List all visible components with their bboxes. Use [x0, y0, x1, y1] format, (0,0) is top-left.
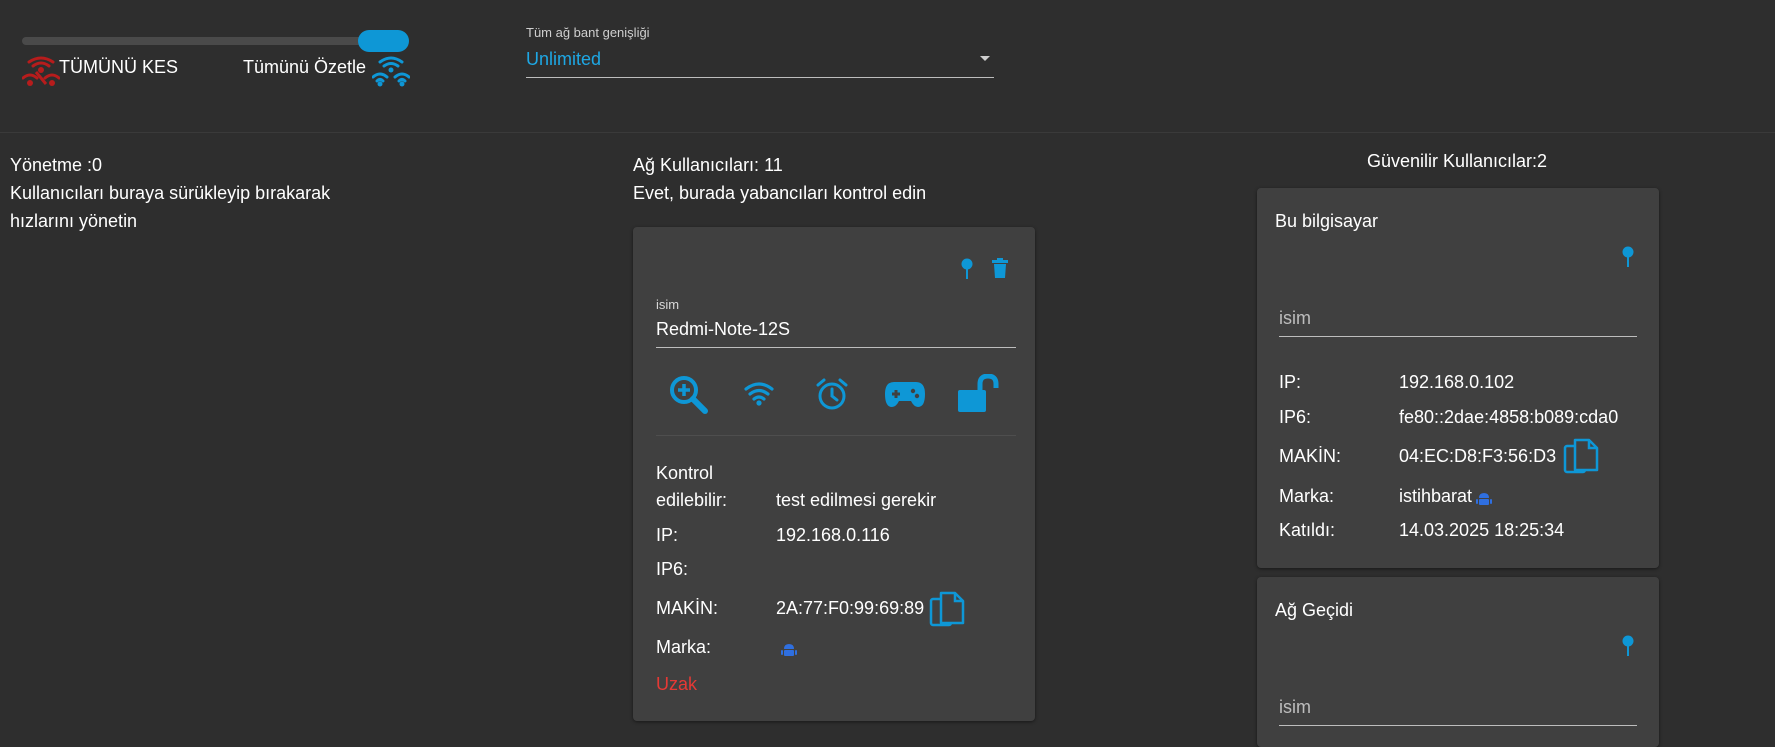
alarm-clock-icon[interactable] [815, 377, 849, 411]
mac-value: 04:EC:D8:F3:56:D3 [1399, 446, 1557, 466]
bandwidth-select-label: Tüm ağ bant genişliği [526, 25, 650, 40]
unlock-icon[interactable] [956, 374, 1000, 414]
device-name-value: Redmi-Note-12S [656, 319, 791, 339]
zoom-in-icon[interactable] [668, 374, 708, 414]
ip-value: 192.168.0.102 [1399, 372, 1515, 392]
global-speed-slider-track[interactable] [22, 37, 402, 45]
managed-users-hint-line1: Kullanıcıları buraya sürükleyip bırakara… [10, 183, 331, 203]
ip-value: 192.168.0.116 [776, 525, 890, 545]
wifi-icon[interactable] [744, 381, 774, 407]
name-placeholder: isim [1279, 697, 1311, 717]
network-users-count: Ağ Kullanıcıları: 11 [633, 155, 783, 175]
joined-label: Katıldı: [1279, 520, 1336, 540]
chevron-down-icon [980, 56, 990, 61]
network-users-header: Ağ Kullanıcıları: 11 Evet, burada yabanc… [633, 151, 1133, 207]
managed-users-count: Yönetme :0 [10, 155, 103, 175]
status-badge: Uzak [656, 674, 698, 694]
brand-value: istihbarat [1399, 486, 1473, 506]
name-underline [1279, 336, 1637, 337]
joined-value: 14.03.2025 18:25:34 [1399, 520, 1565, 540]
card-divider [656, 435, 1016, 436]
gateway-name-input[interactable]: isim [1279, 693, 1637, 725]
pin-icon[interactable] [960, 258, 974, 280]
ip6-label: IP6: [1279, 407, 1312, 427]
managed-users-hint-line2: hızlarını yönetin [10, 211, 138, 231]
controllable-value: test edilmesi gerekir [776, 490, 937, 510]
trash-icon[interactable] [991, 258, 1009, 278]
top-toolbar: TÜMÜNÜ KES Tümünü Özetle Tüm ağ bant gen… [0, 0, 1775, 133]
brand-label: Marka: [1279, 486, 1335, 506]
ip6-label: IP6: [656, 559, 689, 579]
android-icon [1476, 493, 1492, 505]
device-card[interactable]: isim Redmi-Note-12S Kontrol edilebilir: … [633, 227, 1035, 721]
ip6-value: fe80::2dae:4858:b089:cda0 [1399, 407, 1619, 427]
device-name-input[interactable]: Redmi-Note-12S [656, 313, 1016, 345]
cut-all-label: TÜMÜNÜ KES [59, 57, 179, 77]
network-users-subtitle: Evet, burada yabancıları kontrol edin [633, 183, 927, 203]
mac-label: MAKİN: [1279, 446, 1342, 466]
mac-value: 2A:77:F0:99:69:89 [776, 598, 925, 618]
this-computer-title: Bu bilgisayar [1275, 211, 1379, 231]
this-computer-name-input[interactable]: isim [1279, 304, 1637, 336]
managed-users-panel: Yönetme :0 Kullanıcıları buraya sürükley… [10, 151, 450, 235]
pin-icon[interactable] [1621, 635, 1635, 657]
ip-label: IP: [656, 525, 679, 545]
bandwidth-select-value: Unlimited [526, 49, 602, 69]
name-placeholder: isim [1279, 308, 1311, 328]
device-name-underline [656, 347, 1016, 348]
bandwidth-select-underline [526, 77, 994, 78]
name-underline [1279, 725, 1637, 726]
this-computer-card[interactable]: Bu bilgisayar isim IP: 192.168.0.102 IP6… [1257, 188, 1659, 568]
gateway-card[interactable]: Ağ Geçidi isim [1257, 577, 1659, 747]
global-speed-slider-thumb[interactable] [358, 30, 409, 52]
brand-label: Marka: [656, 637, 712, 657]
android-icon [781, 644, 797, 656]
summarize-all-label: Tümünü Özetle [243, 57, 367, 77]
copy-icon[interactable] [929, 591, 965, 631]
copy-icon[interactable] [1563, 438, 1599, 478]
gateway-title: Ağ Geçidi [1275, 600, 1354, 620]
gamepad-icon[interactable] [884, 380, 926, 408]
controllable-label-line1: Kontrol [656, 463, 714, 483]
mac-label: MAKİN: [656, 598, 719, 618]
wifi-off-icon [22, 56, 60, 86]
wifi-group-icon [372, 56, 410, 87]
trusted-users-count: Güvenilir Kullanıcılar:2 [1366, 151, 1548, 171]
device-name-label: isim [656, 297, 680, 312]
pin-icon[interactable] [1621, 246, 1635, 268]
ip-label: IP: [1279, 372, 1302, 392]
controllable-label-line2: edilebilir: [656, 490, 728, 510]
